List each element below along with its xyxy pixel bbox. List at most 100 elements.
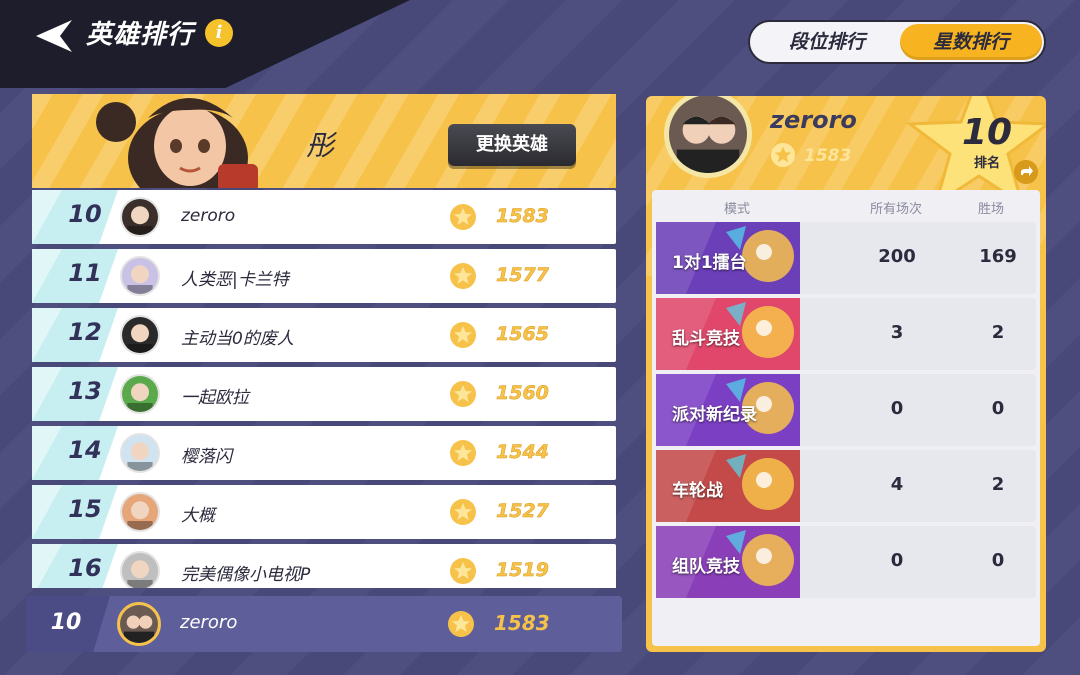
leaderboard-list[interactable]: 10 zeroro 1583 11 人类恶|卡兰特 1577 12 主动当0的废人 1565 13… bbox=[32, 190, 616, 588]
self-score: 1583 bbox=[494, 611, 550, 635]
share-icon[interactable] bbox=[1014, 160, 1038, 184]
avatar-image bbox=[120, 605, 158, 643]
change-hero-button[interactable]: 更换英雄 bbox=[448, 124, 576, 166]
avatar-image bbox=[122, 435, 158, 471]
player-avatar bbox=[120, 197, 160, 237]
player-score: 1519 bbox=[496, 559, 549, 582]
player-name: 一起欧拉 bbox=[181, 388, 249, 408]
player-avatar bbox=[120, 433, 160, 473]
star-coin-icon bbox=[450, 440, 476, 466]
profile-card: zeroro 1583 10 排名 模式 所有场次 胜场 1对1擂台 200 169… bbox=[646, 96, 1046, 652]
player-name: 人类恶|卡兰特 bbox=[181, 270, 289, 290]
profile-name: zeroro bbox=[770, 106, 857, 134]
leaderboard-row[interactable]: 16 完美偶像小电视P 1519 bbox=[32, 544, 616, 588]
star-coin-icon bbox=[450, 381, 476, 407]
player-name: 完美偶像小电视P bbox=[181, 565, 311, 585]
ranking-toggle: 段位排行 星数排行 bbox=[748, 20, 1046, 64]
player-name: 大概 bbox=[181, 506, 215, 526]
mode-wins: 0 bbox=[991, 550, 1005, 571]
leaderboard-row[interactable]: 11 人类恶|卡兰特 1577 bbox=[32, 249, 616, 303]
mode-row: 组队竞技 0 0 bbox=[656, 526, 1036, 598]
player-avatar bbox=[120, 256, 160, 296]
mode-name: 派对新纪录 bbox=[672, 405, 757, 425]
hero-name: 彤 bbox=[306, 129, 335, 162]
hero-portrait-image bbox=[96, 98, 258, 188]
avatar-image bbox=[122, 317, 158, 353]
mode-name: 1对1擂台 bbox=[672, 253, 747, 273]
mode-total-games: 4 bbox=[890, 474, 904, 495]
star-coin-icon bbox=[448, 611, 474, 637]
self-rank: 10 bbox=[50, 610, 82, 635]
mode-wins: 169 bbox=[979, 246, 1017, 267]
mode-total-games: 0 bbox=[890, 550, 904, 571]
player-avatar bbox=[120, 551, 160, 588]
avatar-image bbox=[122, 494, 158, 530]
mode-total-games: 3 bbox=[890, 322, 904, 343]
star-coin-icon bbox=[770, 142, 796, 168]
avatar-image bbox=[122, 553, 158, 588]
rank-number: 14 bbox=[68, 436, 102, 464]
rank-number: 16 bbox=[68, 554, 102, 582]
player-score: 1544 bbox=[496, 441, 549, 464]
stats-header: 模式 所有场次 胜场 bbox=[652, 190, 1040, 220]
mode-wins: 2 bbox=[991, 474, 1005, 495]
player-score: 1577 bbox=[496, 264, 549, 287]
mode-row: 1对1擂台 200 169 bbox=[656, 222, 1036, 294]
leaderboard-row[interactable]: 10 zeroro 1583 bbox=[32, 190, 616, 244]
header-wins: 胜场 bbox=[978, 202, 1005, 217]
self-avatar bbox=[117, 602, 161, 646]
player-score: 1565 bbox=[496, 323, 549, 346]
player-avatar bbox=[120, 374, 160, 414]
leaderboard-row[interactable]: 12 主动当0的废人 1565 bbox=[32, 308, 616, 362]
info-icon[interactable]: i bbox=[205, 19, 233, 47]
avatar-image bbox=[669, 96, 747, 173]
leaderboard-row[interactable]: 15 大概 1527 bbox=[32, 485, 616, 539]
back-arrow-icon[interactable] bbox=[34, 18, 74, 54]
rank-number: 11 bbox=[68, 259, 102, 287]
mode-row: 车轮战 4 2 bbox=[656, 450, 1036, 522]
player-avatar bbox=[120, 315, 160, 355]
self-player-name: zeroro bbox=[180, 612, 238, 633]
mode-total-games: 0 bbox=[890, 398, 904, 419]
star-coin-icon bbox=[450, 204, 476, 230]
leaderboard-row[interactable]: 13 一起欧拉 1560 bbox=[32, 367, 616, 421]
profile-score: 1583 bbox=[804, 146, 852, 166]
header-mode: 模式 bbox=[724, 202, 751, 217]
mode-total-games: 200 bbox=[878, 246, 916, 267]
mode-row: 派对新纪录 0 0 bbox=[656, 374, 1036, 446]
mode-stats-table: 模式 所有场次 胜场 1对1擂台 200 169 乱斗竞技 3 2 派对新纪录 0 0 车轮战 4 2… bbox=[652, 190, 1040, 646]
mode-name: 车轮战 bbox=[672, 481, 723, 501]
rank-number: 10 bbox=[68, 200, 102, 228]
player-name: zeroro bbox=[181, 206, 236, 226]
player-score: 1560 bbox=[496, 382, 549, 405]
player-name: 主动当0的废人 bbox=[181, 329, 294, 349]
rank-number: 12 bbox=[68, 318, 102, 346]
mode-wins: 2 bbox=[991, 322, 1005, 343]
player-avatar bbox=[120, 492, 160, 532]
mode-row: 乱斗竞技 3 2 bbox=[656, 298, 1036, 370]
player-name: 樱落闪 bbox=[181, 447, 232, 467]
mode-wins: 0 bbox=[991, 398, 1005, 419]
avatar-image bbox=[122, 199, 158, 235]
rank-number: 13 bbox=[68, 377, 102, 405]
mode-name: 组队竞技 bbox=[672, 557, 740, 577]
tab-tier-ranking[interactable]: 段位排行 bbox=[756, 24, 898, 60]
self-rank-row: 10 zeroro 1583 bbox=[26, 596, 622, 652]
profile-rank: 10 bbox=[961, 112, 1013, 153]
player-score: 1527 bbox=[496, 500, 549, 523]
profile-rank-label: 排名 bbox=[973, 156, 1000, 171]
tab-star-ranking[interactable]: 星数排行 bbox=[900, 24, 1042, 60]
star-coin-icon bbox=[450, 263, 476, 289]
avatar-image bbox=[122, 258, 158, 294]
leaderboard-row[interactable]: 14 樱落闪 1544 bbox=[32, 426, 616, 480]
star-coin-icon bbox=[450, 322, 476, 348]
header-total: 所有场次 bbox=[870, 202, 923, 217]
player-score: 1583 bbox=[496, 205, 549, 228]
hero-banner: 彤 更换英雄 bbox=[32, 94, 616, 188]
mode-name: 乱斗竞技 bbox=[672, 329, 740, 349]
star-coin-icon bbox=[450, 558, 476, 584]
star-coin-icon bbox=[450, 499, 476, 525]
page-title: 英雄排行 bbox=[86, 20, 195, 50]
avatar-image bbox=[122, 376, 158, 412]
rank-number: 15 bbox=[68, 495, 102, 523]
